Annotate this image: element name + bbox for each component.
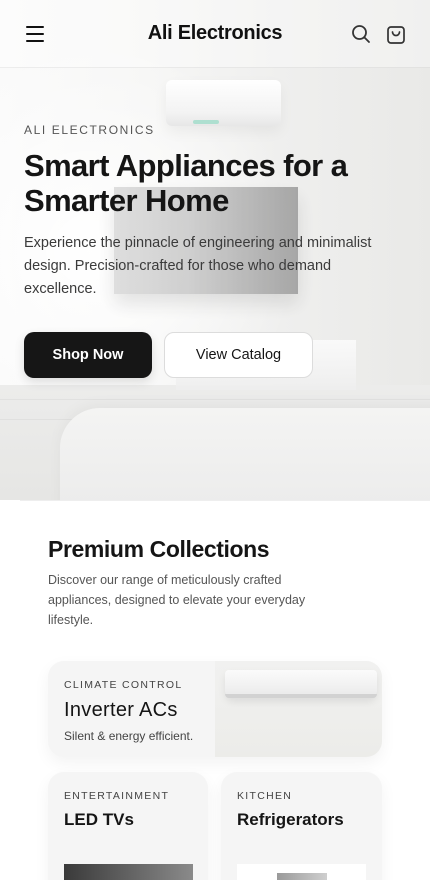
brand-logo-text[interactable]: Ali Electronics [148,22,283,44]
shopping-bag-icon[interactable] [384,22,408,46]
card-title: Inverter ACs [64,699,178,721]
collection-card-refrigerators[interactable]: KITCHEN Refrigerators [221,772,382,880]
card-category: ENTERTAINMENT [64,790,170,802]
search-icon[interactable] [349,22,373,46]
hero-description: Experience the pinnacle of engineering a… [24,235,372,297]
inverter-ac-image [215,661,382,757]
card-category: CLIMATE CONTROL [64,679,183,691]
card-title: Refrigerators [237,810,344,829]
hamburger-menu-icon[interactable] [24,23,48,45]
section-description: Discover our range of meticulously craft… [48,573,306,627]
card-category: KITCHEN [237,790,293,802]
card-title: LED TVs [64,810,134,829]
card-subtitle: Silent & energy efficient. [64,729,194,743]
refrigerator-image [237,864,366,880]
hero-ac-unit-image [166,80,281,126]
top-nav-bar: Ali Electronics [0,0,430,68]
led-tv-image [64,864,193,880]
shop-now-button[interactable]: Shop Now [24,332,152,378]
collection-card-led-tvs[interactable]: ENTERTAINMENT LED TVs [48,772,208,880]
hero-ac-indicator [193,120,219,124]
hero-eyebrow: ALI ELECTRONICS [24,123,155,137]
hero-sofa-image [60,408,430,500]
collection-card-inverter-acs[interactable]: CLIMATE CONTROL Inverter ACs Silent & en… [48,661,382,757]
hero-title: Smart Appliances for a Smarter Home [24,148,348,218]
premium-collections-section: Premium Collections Discover our range o… [20,500,430,880]
section-title: Premium Collections [48,536,270,562]
view-catalog-button[interactable]: View Catalog [164,332,313,378]
